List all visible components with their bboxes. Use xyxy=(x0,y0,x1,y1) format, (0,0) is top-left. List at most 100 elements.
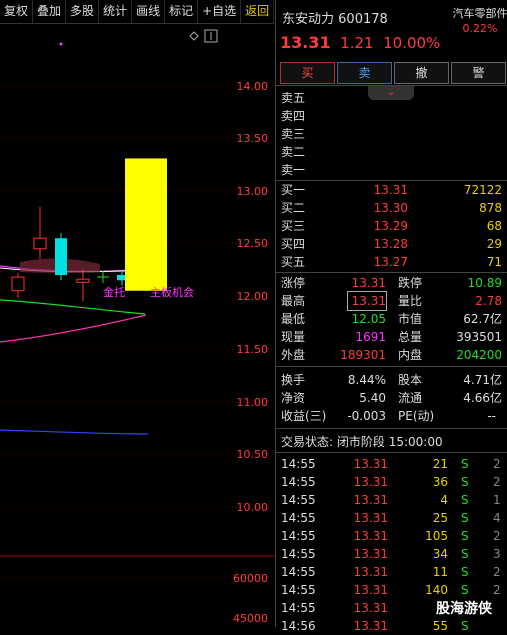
price-tick-13.00: 13.00 xyxy=(237,185,269,198)
tick-n: 1 xyxy=(493,493,501,507)
tick-time: 14:55 xyxy=(281,511,316,525)
price-tick-13.50: 13.50 xyxy=(237,132,269,145)
toolbar-fuquan[interactable]: 复权 xyxy=(0,0,34,23)
tick-n: 2 xyxy=(493,457,501,471)
candle-body xyxy=(76,278,90,283)
trade-status-value: 闭市阶段 15:00:00 xyxy=(336,435,443,449)
tick-row: 14:55 13.31 21 S 2 xyxy=(276,455,507,473)
tick-price: 13.31 xyxy=(353,619,388,633)
tick-vol: 21 xyxy=(432,457,448,471)
sector-pct: 0.22% xyxy=(462,22,498,35)
tick-time: 14:55 xyxy=(281,547,316,561)
buy-button[interactable]: 买 xyxy=(280,62,335,84)
annotation-jintuo: 金托 xyxy=(103,285,125,299)
toolbar-stats[interactable]: 统计 xyxy=(99,0,133,23)
tick-time: 14:55 xyxy=(281,583,316,597)
tick-price: 13.31 xyxy=(353,475,388,489)
tick-vol: 25 xyxy=(432,511,448,525)
ratio-value: 2.78 xyxy=(475,294,502,308)
tick-row: 14:55 13.31 4 S 1 xyxy=(276,491,507,509)
inner-label: 内盘 xyxy=(398,348,423,362)
price-tick-11.00: 11.00 xyxy=(237,396,269,409)
stock-name: 东安动力 xyxy=(282,12,335,27)
current-vol-label: 现量 xyxy=(281,330,306,344)
stock-change: 1.21 xyxy=(340,34,374,52)
equity-value: 4.71亿 xyxy=(463,373,502,387)
tick-row: 14:55 13.31 36 S 2 xyxy=(276,473,507,491)
tick-side: S xyxy=(461,583,469,597)
volume-tick-45000: 45000 xyxy=(233,612,268,625)
low-value: 12.05 xyxy=(351,312,386,326)
tick-time: 14:55 xyxy=(281,475,316,489)
pe-value: -- xyxy=(487,409,496,423)
ask-row-2: 卖二 xyxy=(281,145,306,159)
toolbar-add-watchlist[interactable]: +自选 xyxy=(198,0,242,23)
ask-row-3: 卖三 xyxy=(281,127,306,141)
tick-price: 13.31 xyxy=(353,493,388,507)
turnover-label: 换手 xyxy=(281,373,306,387)
tick-vol: 11 xyxy=(432,565,448,579)
ask-row-5: 卖五 xyxy=(281,91,306,105)
tick-vol: 36 xyxy=(432,475,448,489)
equity-label: 股本 xyxy=(398,373,423,387)
tick-n: 4 xyxy=(493,511,501,525)
tick-time: 14:55 xyxy=(281,493,316,507)
volume-tick-60000: 60000 xyxy=(233,572,268,585)
candle-body xyxy=(125,158,167,291)
limit-up-label: 涨停 xyxy=(281,276,306,290)
tick-price: 13.31 xyxy=(353,457,388,471)
tick-vol: 140 xyxy=(425,583,448,597)
sector-box[interactable]: 汽车零部件 0.22% xyxy=(452,6,507,36)
sell-button[interactable]: 卖 xyxy=(337,62,392,84)
high-label: 最高 xyxy=(281,294,306,308)
toolbar-mark[interactable]: 标记 xyxy=(165,0,199,23)
stock-price-line: 13.31 1.21 10.00% xyxy=(280,33,440,52)
tick-n: 2 xyxy=(493,565,501,579)
tick-row: 14:55 13.31 11 S 2 xyxy=(276,563,507,581)
stock-price: 13.31 xyxy=(280,33,331,52)
kline-chart[interactable]: 14.00 13.50 13.00 12.50 12.00 11.50 11.0… xyxy=(0,24,274,627)
tick-price: 13.31 xyxy=(353,529,388,543)
price-tick-10.00: 10.00 xyxy=(237,501,269,514)
tick-n: 2 xyxy=(493,475,501,489)
candle-body xyxy=(55,238,67,275)
annotation-main-board: 主板机会 xyxy=(150,285,194,299)
float-value: 4.66亿 xyxy=(463,391,502,405)
bid-row-3: 买三 13.29 68 xyxy=(281,219,502,233)
toolbar-overlay[interactable]: 叠加 xyxy=(33,0,67,23)
toolbar-multi-stock[interactable]: 多股 xyxy=(66,0,100,23)
tick-side: S xyxy=(461,547,469,561)
watermark: 股海游侠 xyxy=(436,601,492,617)
sector-name: 汽车零部件 xyxy=(452,7,507,20)
toolbar-draw-line[interactable]: 画线 xyxy=(132,0,166,23)
tick-time: 14:55 xyxy=(281,565,316,579)
alert-button[interactable]: 警 xyxy=(451,62,506,84)
toolbar-back[interactable]: 返回 xyxy=(241,0,275,23)
tick-n: 3 xyxy=(493,547,501,561)
tick-side: S xyxy=(461,619,469,633)
nav-value: 5.40 xyxy=(359,391,386,405)
bid-row-1: 买一 13.31 72122 xyxy=(281,183,502,197)
tick-time: 14:55 xyxy=(281,529,316,543)
low-label: 最低 xyxy=(281,312,306,326)
bid-row-2: 买二 13.30 878 xyxy=(281,201,502,215)
float-label: 流通 xyxy=(398,391,423,405)
tick-time: 14:55 xyxy=(281,601,316,615)
tick-side: S xyxy=(461,493,469,507)
quote-panel: 东安动力 600178 13.31 1.21 10.00% 汽车零部件 0.22… xyxy=(275,0,507,633)
limit-up-value: 13.31 xyxy=(351,276,386,290)
tick-vol: 34 xyxy=(432,547,448,561)
tick-row: 14:55 13.31 105 S 2 xyxy=(276,527,507,545)
tick-time: 14:56 xyxy=(281,619,316,633)
tick-side: S xyxy=(461,457,469,471)
nav-label: 净资 xyxy=(281,391,306,405)
tick-price: 13.31 xyxy=(353,547,388,561)
tick-vol: 4 xyxy=(440,493,448,507)
pe-label: PE(动) xyxy=(398,409,435,423)
current-vol-value: 1691 xyxy=(355,330,386,344)
cancel-order-button[interactable]: 撤 xyxy=(394,62,449,84)
trade-status: 交易状态: 闭市阶段 15:00:00 xyxy=(281,433,443,451)
price-tick-12.50: 12.50 xyxy=(237,237,269,250)
price-tick-14.00: 14.00 xyxy=(237,80,269,93)
tick-vol: 105 xyxy=(425,529,448,543)
